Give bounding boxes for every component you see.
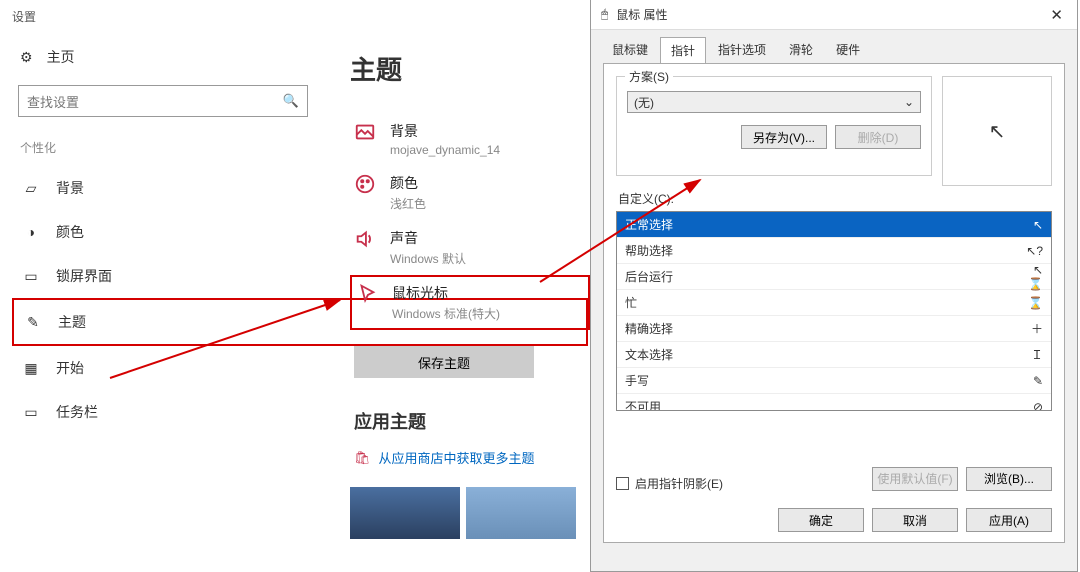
scheme-value: (无) (634, 94, 654, 111)
tab-wheel[interactable]: 滑轮 (778, 36, 824, 63)
checkbox-icon (616, 477, 629, 490)
speaker-icon (354, 228, 376, 250)
option-sound[interactable]: 声音Windows 默认 (350, 220, 590, 275)
save-theme-button[interactable]: 保存主题 (354, 346, 534, 378)
cursor-glyph: ✎ (1025, 374, 1043, 388)
cursor-glyph: ↖ (1025, 218, 1043, 232)
cursor-row-normal[interactable]: 正常选择↖ (617, 212, 1051, 238)
dialog-titlebar: 🖱 鼠标 属性 ✕ (591, 0, 1077, 30)
cursor-icon (356, 283, 378, 305)
tab-pointer-options[interactable]: 指针选项 (707, 36, 777, 63)
option-background[interactable]: 背景mojave_dynamic_14 (350, 113, 590, 165)
theme-thumb[interactable] (350, 487, 460, 539)
cursor-glyph: Ｉ (1025, 346, 1043, 363)
cursor-preview: ↖ (942, 76, 1052, 186)
theme-thumbnails (350, 487, 590, 539)
apply-button[interactable]: 应用(A) (966, 508, 1052, 532)
cursor-row-help[interactable]: 帮助选择↖? (617, 238, 1051, 264)
store-icon: 🛍 (354, 450, 371, 466)
save-as-button[interactable]: 另存为(V)... (741, 125, 827, 149)
taskbar-icon: ▭ (22, 404, 40, 421)
search-placeholder: 查找设置 (27, 92, 79, 111)
scheme-label: 方案(S) (625, 68, 673, 85)
cursor-glyph: ⌛ (1025, 296, 1043, 310)
brush-icon: ✎ (24, 314, 42, 331)
window-title: 设置 (0, 0, 600, 33)
enable-shadow-checkbox[interactable]: 启用指针阴影(E) (616, 475, 723, 492)
palette-icon: ◑ (22, 224, 40, 240)
cursor-row-precision[interactable]: 精确选择＋ (617, 316, 1051, 342)
use-default-button[interactable]: 使用默认值(F) (872, 467, 958, 491)
content-area: 主题 背景mojave_dynamic_14 颜色浅红色 声音Windows 默… (350, 50, 590, 539)
home-label: 主页 (47, 47, 75, 67)
theme-thumb[interactable] (466, 487, 576, 539)
tab-buttons[interactable]: 鼠标键 (601, 36, 659, 63)
option-mouse-cursor[interactable]: 鼠标光标Windows 标准(特大) (350, 275, 590, 330)
chevron-down-icon: ⌄ (904, 95, 914, 109)
store-link[interactable]: 🛍 从应用商店中获取更多主题 (354, 448, 590, 467)
palette-icon (354, 173, 376, 195)
ok-button[interactable]: 确定 (778, 508, 864, 532)
scheme-combobox[interactable]: (无) ⌄ (627, 91, 921, 113)
cursor-row-handwriting[interactable]: 手写✎ (617, 368, 1051, 394)
customize-label: 自定义(C): (618, 190, 1052, 207)
close-icon[interactable]: ✕ (1046, 6, 1067, 24)
picture-icon: ▱ (22, 180, 40, 197)
settings-window: 设置 ⚙ 主页 查找设置 🔍 个性化 ▱背景 ◑颜色 ▭锁屏界面 ✎主题 ▦开始… (0, 0, 600, 572)
scheme-group: 方案(S) (无) ⌄ 另存为(V)... 删除(D) (616, 76, 932, 176)
tab-pointers[interactable]: 指针 (660, 37, 706, 64)
option-color[interactable]: 颜色浅红色 (350, 165, 590, 220)
pointers-panel: 方案(S) (无) ⌄ 另存为(V)... 删除(D) ↖ 自定义(C): 正常… (603, 63, 1065, 543)
dialog-tabs: 鼠标键 指针 指针选项 滑轮 硬件 (591, 30, 1077, 63)
image-icon (354, 121, 376, 143)
grid-icon: ▦ (22, 360, 40, 377)
mouse-properties-dialog: 🖱 鼠标 属性 ✕ 鼠标键 指针 指针选项 滑轮 硬件 方案(S) (无) ⌄ … (590, 0, 1078, 572)
cursor-row-busy[interactable]: 忙⌛ (617, 290, 1051, 316)
delete-button[interactable]: 删除(D) (835, 125, 921, 149)
gear-icon: ⚙ (20, 49, 33, 66)
cursor-row-unavailable[interactable]: 不可用⊘ (617, 394, 1051, 411)
cursor-row-text[interactable]: 文本选择Ｉ (617, 342, 1051, 368)
search-icon: 🔍 (283, 93, 299, 109)
cursor-glyph: ＋ (1025, 320, 1043, 337)
cursor-row-background[interactable]: 后台运行↖⌛ (617, 264, 1051, 290)
cursor-arrow-icon: ↖ (989, 119, 1006, 144)
tab-hardware[interactable]: 硬件 (825, 36, 871, 63)
cursor-glyph: ↖? (1025, 244, 1043, 258)
cursor-list[interactable]: 正常选择↖ 帮助选择↖? 后台运行↖⌛ 忙⌛ 精确选择＋ 文本选择Ｉ 手写✎ 不… (616, 211, 1052, 411)
dialog-title: 鼠标 属性 (616, 6, 667, 23)
search-input[interactable]: 查找设置 🔍 (18, 85, 308, 117)
cursor-glyph: ⊘ (1025, 400, 1043, 412)
cancel-button[interactable]: 取消 (872, 508, 958, 532)
browse-button[interactable]: 浏览(B)... (966, 467, 1052, 491)
lock-icon: ▭ (22, 268, 40, 285)
page-title: 主题 (350, 50, 590, 87)
cursor-glyph: ↖⌛ (1025, 263, 1043, 291)
apply-heading: 应用主题 (354, 408, 590, 434)
mouse-icon: 🖱 (601, 7, 608, 22)
